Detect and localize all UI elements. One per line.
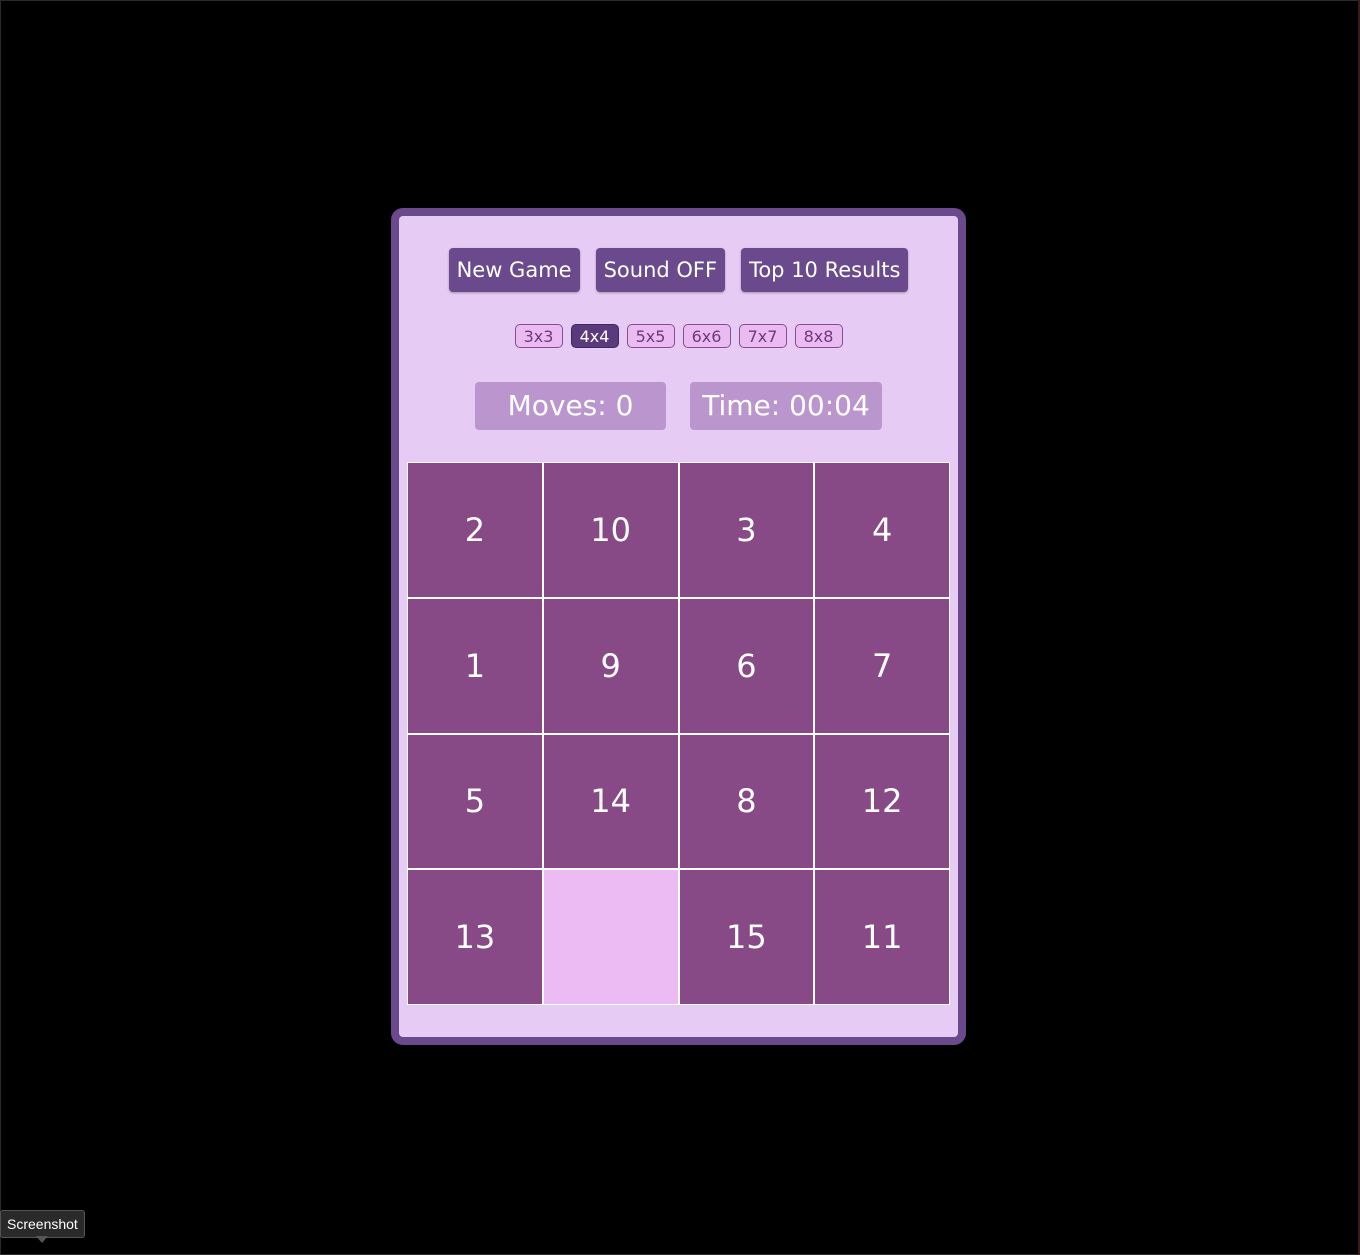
size-option-6x6[interactable]: 6x6 [682,324,731,348]
top-results-button[interactable]: Top 10 Results [741,248,909,292]
puzzle-tile[interactable]: 11 [815,870,949,1004]
control-bar: New Game Sound OFF Top 10 Results [399,248,958,292]
puzzle-tile[interactable]: 12 [815,734,949,869]
puzzle-tile[interactable]: 3 [679,463,814,597]
game-panel: New Game Sound OFF Top 10 Results 3x3 4x… [391,208,966,1045]
puzzle-tile[interactable]: 9 [543,598,678,733]
moves-counter: Moves: 0 [475,382,666,430]
puzzle-tile[interactable]: 2 [408,463,542,597]
puzzle-tile[interactable]: 7 [815,598,949,733]
size-option-3x3[interactable]: 3x3 [514,324,563,348]
size-option-7x7[interactable]: 7x7 [738,324,787,348]
new-game-button[interactable]: New Game [448,248,580,292]
puzzle-tile[interactable]: 8 [679,734,814,869]
size-option-4x4[interactable]: 4x4 [570,324,619,348]
size-option-8x8[interactable]: 8x8 [794,324,843,348]
puzzle-tile[interactable]: 5 [408,734,542,869]
puzzle-tile[interactable]: 14 [543,734,678,869]
puzzle-tile[interactable]: 15 [679,870,814,1004]
sound-toggle-button[interactable]: Sound OFF [595,248,726,292]
puzzle-tile[interactable]: 10 [543,463,678,597]
board-size-selector: 3x3 4x4 5x5 6x6 7x7 8x8 [399,324,958,348]
puzzle-tile[interactable]: 1 [408,598,542,733]
empty-slot [543,870,678,1004]
puzzle-board: 2 10 3 4 1 9 6 7 5 14 8 12 13 15 11 [407,462,950,1005]
puzzle-tile[interactable]: 6 [679,598,814,733]
tooltip-arrow-icon [36,1236,48,1243]
puzzle-tile[interactable]: 13 [408,870,542,1004]
stats-bar: Moves: 0 Time: 00:04 [399,382,958,430]
screenshot-tooltip: Screenshot [0,1210,85,1238]
puzzle-tile[interactable]: 4 [815,463,949,597]
size-option-5x5[interactable]: 5x5 [626,324,675,348]
timer-display: Time: 00:04 [690,382,882,430]
